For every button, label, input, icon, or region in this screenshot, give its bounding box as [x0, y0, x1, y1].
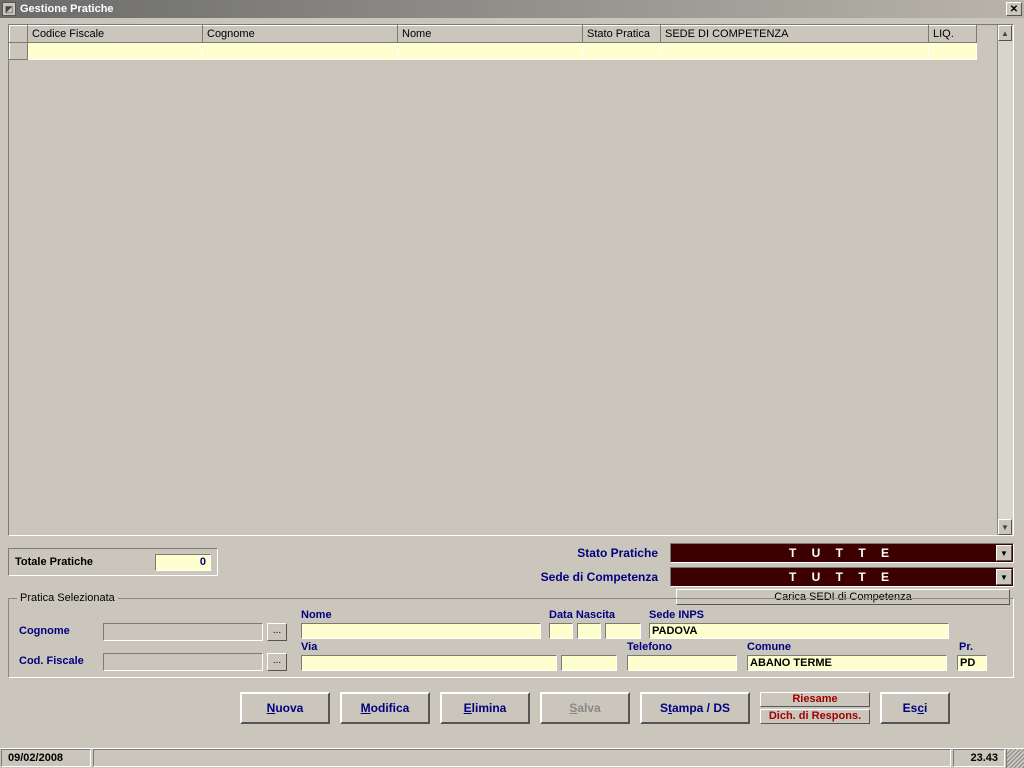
civico-field[interactable] [561, 655, 617, 671]
scroll-down-icon[interactable]: ▼ [998, 519, 1012, 535]
codfisc-field[interactable] [103, 653, 263, 671]
status-date: 09/02/2008 [1, 749, 91, 767]
cell-liq[interactable] [929, 43, 977, 60]
cognome-lookup-button[interactable]: ... [267, 623, 287, 641]
cell-sede[interactable] [661, 43, 929, 60]
col-sede[interactable]: SEDE DI COMPETENZA [661, 26, 929, 43]
totals-box: Totale Pratiche 0 [8, 548, 218, 576]
sede-competenza-value: T U T T E [789, 570, 895, 584]
status-bar: 09/02/2008 23.43 [0, 748, 1024, 768]
grid-table: Codice Fiscale Cognome Nome Stato Pratic… [9, 25, 977, 60]
telefono-label: Telefono [627, 641, 672, 653]
sedeinps-field[interactable]: PADOVA [649, 623, 949, 639]
cell-stato[interactable] [583, 43, 661, 60]
chevron-down-icon[interactable]: ▼ [996, 569, 1012, 585]
action-buttons: Nuova Modifica Elimina Salva Stampa / DS… [240, 690, 1014, 726]
datanascita-label: Data Nascita [549, 609, 615, 621]
esci-button[interactable]: Esci [880, 692, 950, 724]
title-bar: ◩ Gestione Pratiche ✕ [0, 0, 1024, 18]
totale-label: Totale Pratiche [15, 556, 93, 568]
filter-sede-row: Sede di Competenza T U T T E ▼ [500, 566, 1014, 588]
riesame-button[interactable]: Riesame [760, 692, 870, 707]
pr-field[interactable]: PD [957, 655, 987, 671]
col-cognome[interactable]: Cognome [203, 26, 398, 43]
cell-codfisc[interactable] [28, 43, 203, 60]
totale-value: 0 [155, 554, 211, 571]
nome-field[interactable] [301, 623, 541, 639]
stato-pratiche-select[interactable]: T U T T E ▼ [670, 543, 1014, 563]
col-nome[interactable]: Nome [398, 26, 583, 43]
cell-nome[interactable] [398, 43, 583, 60]
sedeinps-label: Sede INPS [649, 609, 704, 621]
dich-respons-button[interactable]: Dich. di Respons. [760, 709, 870, 724]
stato-pratiche-value: T U T T E [789, 546, 895, 560]
elimina-button[interactable]: Elimina [440, 692, 530, 724]
stampa-button[interactable]: Stampa / DS [640, 692, 750, 724]
via-label: Via [301, 641, 317, 653]
col-liq[interactable]: LIQ. [929, 26, 977, 43]
close-button[interactable]: ✕ [1006, 2, 1022, 16]
telefono-field[interactable] [627, 655, 737, 671]
datanascita-year[interactable] [605, 623, 641, 639]
col-stato[interactable]: Stato Pratica [583, 26, 661, 43]
status-time: 23.43 [953, 749, 1005, 767]
riesame-group: Riesame Dich. di Respons. [760, 692, 870, 724]
nome-label: Nome [301, 609, 332, 621]
sede-competenza-label: Sede di Competenza [500, 570, 670, 584]
comune-field[interactable]: ABANO TERME [747, 655, 947, 671]
codfisc-lookup-button[interactable]: ... [267, 653, 287, 671]
datanascita-month[interactable] [577, 623, 601, 639]
resize-grip-icon[interactable] [1006, 749, 1024, 768]
salva-button: Salva [540, 692, 630, 724]
filter-stato-row: Stato Pratiche T U T T E ▼ [500, 542, 1014, 564]
pr-label: Pr. [959, 641, 973, 653]
codfisc-label: Cod. Fiscale [19, 655, 84, 667]
datanascita-day[interactable] [549, 623, 573, 639]
via-field[interactable] [301, 655, 557, 671]
pratica-selezionata-group: Pratica Selezionata Cognome ... Cod. Fis… [8, 598, 1014, 678]
col-codfisc[interactable]: Codice Fiscale [28, 26, 203, 43]
cognome-label: Cognome [19, 625, 70, 637]
scroll-up-icon[interactable]: ▲ [998, 25, 1012, 41]
grid-scrollbar[interactable]: ▲ ▼ [997, 25, 1013, 535]
stato-pratiche-label: Stato Pratiche [500, 546, 670, 560]
cognome-field[interactable] [103, 623, 263, 641]
app-icon: ◩ [2, 2, 16, 16]
group-legend: Pratica Selezionata [17, 592, 118, 604]
nuova-button[interactable]: Nuova [240, 692, 330, 724]
row-header[interactable] [10, 43, 28, 60]
status-spacer [93, 749, 951, 767]
modifica-button[interactable]: Modifica [340, 692, 430, 724]
chevron-down-icon[interactable]: ▼ [996, 545, 1012, 561]
comune-label: Comune [747, 641, 791, 653]
cell-cognome[interactable] [203, 43, 398, 60]
sede-competenza-select[interactable]: T U T T E ▼ [670, 567, 1014, 587]
table-row[interactable] [10, 43, 977, 60]
data-grid[interactable]: Codice Fiscale Cognome Nome Stato Pratic… [8, 24, 1014, 536]
grid-corner [10, 26, 28, 43]
window-title: Gestione Pratiche [20, 3, 114, 15]
